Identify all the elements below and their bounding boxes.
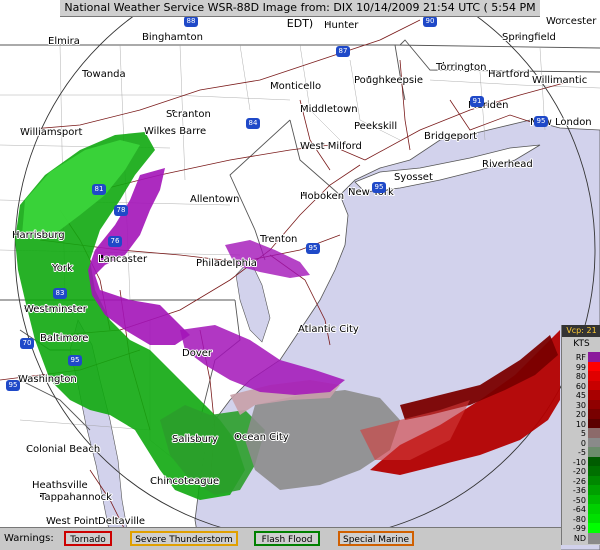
city-label: Salisbury <box>172 434 218 445</box>
city-label: Binghamton <box>142 32 203 43</box>
highway-shield-icon: 87 <box>336 46 350 57</box>
radar-map: Elmira Binghamton Hunter Worcester Sprin… <box>0 0 600 550</box>
highway-shield-icon: 70 <box>20 338 34 349</box>
radar-viewer: Elmira Binghamton Hunter Worcester Sprin… <box>0 0 600 550</box>
city-label: Peekskill <box>354 121 397 132</box>
vcp-label: Vcp: 21 <box>562 325 600 337</box>
velocity-legend: Vcp: 21 KTS RF 99 80 60 45 30 20 10 5 0 -5 -10 -20 -2… <box>561 325 600 545</box>
city-label: Baltimore <box>40 333 88 344</box>
city-label: Colonial Beach <box>26 444 100 455</box>
legend-color-swatch <box>588 532 600 544</box>
city-label: Atlantic City <box>298 324 359 335</box>
city-label: Heathsville <box>32 480 88 491</box>
highway-shield-icon: 78 <box>114 205 128 216</box>
highway-shield-icon: 91 <box>470 96 484 107</box>
warnings-bar: Warnings: Tornado Severe Thunderstorm Fl… <box>0 527 561 550</box>
city-label: Washington <box>18 374 77 385</box>
warning-tornado-button[interactable]: Tornado <box>64 531 112 546</box>
legend-row-label: ND <box>573 533 586 543</box>
city-label: Springfield <box>502 32 556 43</box>
unit-label: KTS <box>573 339 590 349</box>
highway-shield-icon: 81 <box>92 184 106 195</box>
city-label: West Point <box>46 516 99 527</box>
highway-shield-icon: 88 <box>184 16 198 27</box>
warning-flash-flood-button[interactable]: Flash Flood <box>254 531 320 546</box>
city-label: Wilkes Barre <box>144 126 206 137</box>
highway-shield-icon: 95 <box>534 116 548 127</box>
warning-special-marine-button[interactable]: Special Marine <box>338 531 414 546</box>
city-label: Trenton <box>259 234 297 245</box>
warnings-label: Warnings: <box>4 533 54 544</box>
city-label: Willimantic <box>532 75 587 86</box>
highway-shield-icon: 95 <box>6 380 20 391</box>
city-label: York <box>51 263 73 274</box>
city-label: Torrington <box>435 62 486 73</box>
city-label: Dover <box>182 348 213 359</box>
image-title-bar: National Weather Service WSR-88D Image f… <box>60 0 540 30</box>
city-label: Bridgeport <box>424 131 477 142</box>
city-label: Ocean City <box>234 432 289 443</box>
city-label: Monticello <box>270 81 321 92</box>
city-label: Hunter <box>324 20 359 31</box>
city-label: Elmira <box>48 36 80 47</box>
city-label: Allentown <box>190 194 239 205</box>
highway-shield-icon: 95 <box>306 243 320 254</box>
city-label: Westminster <box>24 304 88 315</box>
city-label: Scranton <box>166 109 211 120</box>
city-label: Poughkeepsie <box>354 75 423 86</box>
city-label: New York <box>348 187 394 198</box>
highway-shield-icon: 84 <box>246 118 260 129</box>
city-label: Deltaville <box>98 516 145 527</box>
city-label: Middletown <box>300 104 358 115</box>
highway-shield-icon: 83 <box>53 288 67 299</box>
highway-shield-icon: 95 <box>372 182 386 193</box>
city-label: Williamsport <box>20 127 82 138</box>
highway-shield-icon: 95 <box>68 355 82 366</box>
warning-severe-thunderstorm-button[interactable]: Severe Thunderstorm <box>130 531 238 546</box>
city-label: Hoboken <box>300 191 344 202</box>
legend-row: ND <box>562 532 600 544</box>
city-label: Tappahannock <box>39 492 112 503</box>
city-label: Hartford <box>488 69 530 80</box>
city-label: Riverhead <box>482 159 533 170</box>
city-label: West Milford <box>300 141 362 152</box>
city-label: Worcester <box>546 16 597 27</box>
highway-shield-icon: 90 <box>423 16 437 27</box>
city-label: Chincoteague <box>150 476 219 487</box>
city-label: Lancaster <box>98 254 148 265</box>
city-label: Philadelphia <box>196 258 257 269</box>
city-label: Towanda <box>81 69 126 80</box>
city-label: Harrisburg <box>12 230 65 241</box>
highway-shield-icon: 76 <box>108 236 122 247</box>
city-label: Syosset <box>394 172 433 183</box>
